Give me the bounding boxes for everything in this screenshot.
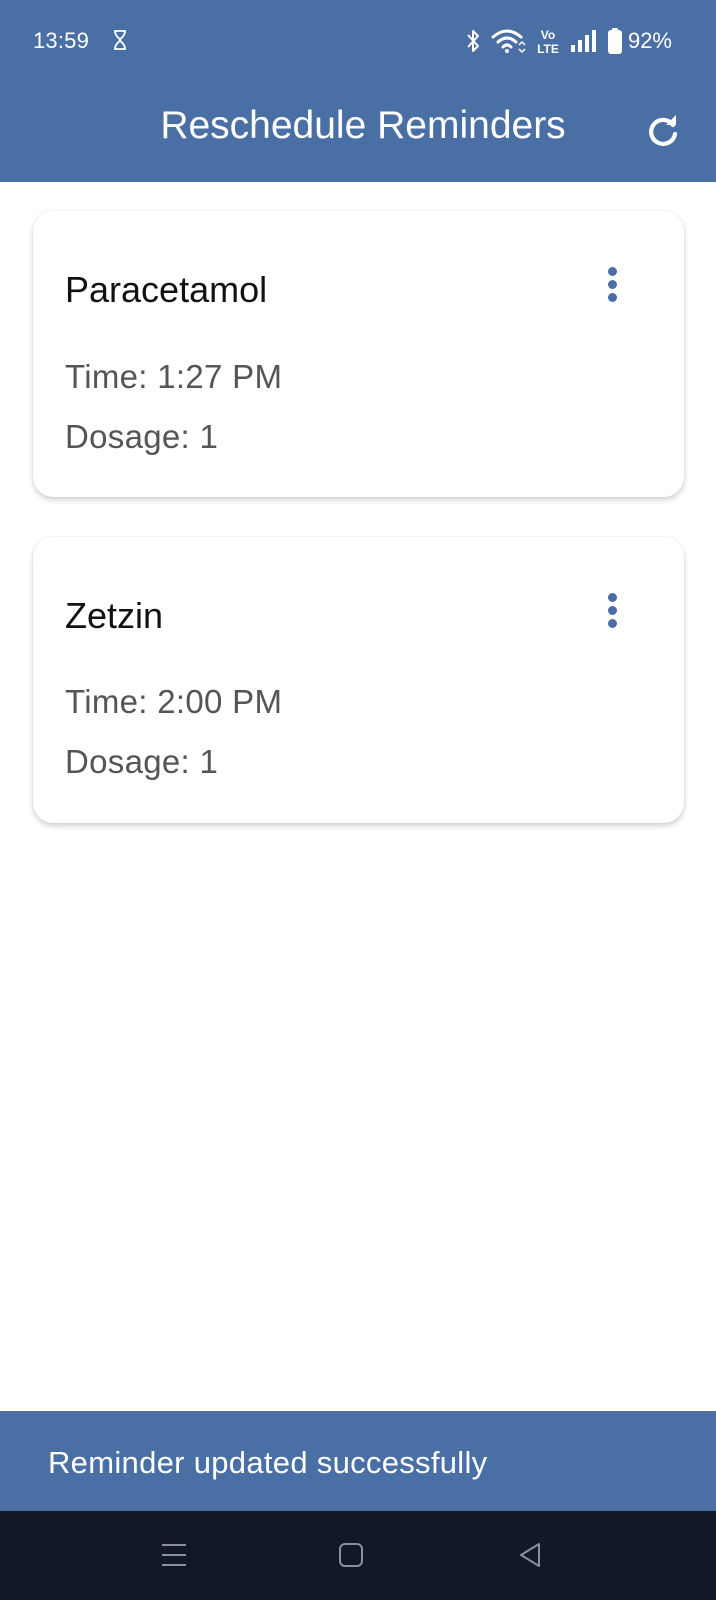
reminder-time: Time: 1:27 PM bbox=[65, 358, 283, 395]
navigation-bar bbox=[0, 1511, 716, 1600]
home-icon bbox=[339, 1543, 363, 1567]
battery-icon bbox=[607, 28, 622, 54]
volte-icon: Vo LTE bbox=[537, 28, 559, 55]
reminder-time: Time: 2:00 PM bbox=[65, 683, 283, 720]
status-time: 13:59 bbox=[33, 28, 90, 53]
status-icons: Vo LTE 92% bbox=[466, 26, 672, 56]
reminder-card[interactable]: Paracetamol Time: 1:27 PM Dosage: 1 bbox=[33, 211, 684, 497]
more-vert-icon bbox=[608, 606, 617, 615]
recents-icon bbox=[162, 1544, 186, 1566]
snackbar-message: Reminder updated successfully bbox=[48, 1445, 488, 1480]
signal-icon bbox=[570, 30, 596, 52]
svg-text:LTE: LTE bbox=[537, 42, 559, 55]
back-button[interactable] bbox=[508, 1533, 552, 1577]
home-button[interactable] bbox=[329, 1533, 373, 1577]
hourglass-icon bbox=[114, 30, 126, 50]
wifi-icon bbox=[491, 29, 526, 54]
reminder-card[interactable]: Zetzin Time: 2:00 PM Dosage: 1 bbox=[33, 537, 684, 823]
battery-percentage: 92% bbox=[627, 28, 672, 53]
recents-button[interactable] bbox=[152, 1533, 196, 1577]
status-bar: 13:59 Vo LTE 92% bbox=[0, 0, 716, 84]
refresh-button[interactable] bbox=[638, 106, 688, 156]
reminder-dosage: Dosage: 1 bbox=[65, 418, 219, 455]
app-bar: Reschedule Reminders bbox=[0, 84, 716, 182]
bluetooth-icon bbox=[467, 30, 479, 52]
more-vert-icon bbox=[608, 280, 617, 289]
back-icon bbox=[520, 1543, 540, 1567]
more-vert-icon bbox=[608, 267, 617, 276]
medicine-name: Zetzin bbox=[65, 595, 164, 636]
reminder-dosage: Dosage: 1 bbox=[65, 743, 219, 780]
more-vert-icon bbox=[608, 593, 617, 602]
medicine-name: Paracetamol bbox=[65, 269, 268, 310]
page-title: Reschedule Reminders bbox=[160, 104, 566, 147]
refresh-icon bbox=[649, 115, 678, 146]
more-vert-icon bbox=[608, 293, 617, 302]
more-vert-icon bbox=[608, 619, 617, 628]
more-options-button[interactable] bbox=[600, 267, 624, 311]
more-options-button[interactable] bbox=[600, 593, 624, 637]
snackbar: Reminder updated successfully bbox=[0, 1411, 716, 1511]
svg-text:Vo: Vo bbox=[541, 28, 555, 42]
